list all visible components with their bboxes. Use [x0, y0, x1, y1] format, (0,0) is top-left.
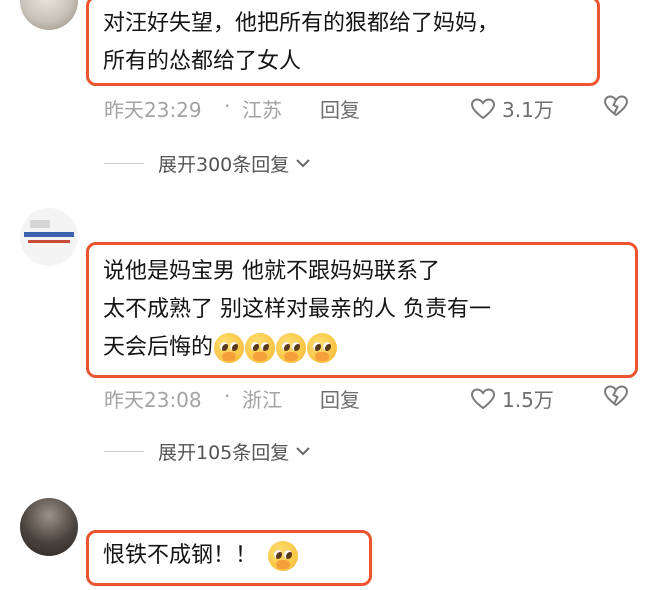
avatar[interactable]: [20, 208, 78, 266]
comment-meta: 昨天23:08 · 浙江 回复 1.5万: [104, 384, 630, 414]
comment-text: 恨铁不成钢！！: [86, 530, 372, 586]
pleading-face-emoji-icon: [245, 333, 276, 363]
pleading-face-emoji-icon: [268, 541, 299, 571]
comment-location: 浙江: [242, 388, 282, 412]
broken-heart-icon: [602, 94, 630, 118]
comment-line: 对汪好失望，他把所有的狠都给了妈妈，: [103, 11, 500, 36]
meta-separator: ·: [224, 384, 231, 408]
like-count: 1.5万: [502, 388, 554, 412]
comment-time: 昨天23:29: [104, 98, 202, 122]
comment-line-with-emoji: 恨铁不成钢！！: [103, 537, 355, 575]
pleading-face-emoji-icon: [214, 333, 245, 363]
pleading-face-emoji-icon: [276, 333, 307, 363]
broken-heart-icon: [602, 384, 630, 408]
comment-text: 对汪好失望，他把所有的狠都给了妈妈， 所有的怂都给了女人: [86, 0, 600, 86]
comment-location: 江苏: [242, 98, 282, 122]
like-button[interactable]: 1.5万: [470, 384, 554, 413]
comment-line-with-emoji: 天会后悔的: [103, 329, 621, 367]
chevron-down-icon: [295, 157, 311, 169]
comment-line: 说他是妈宝男 他就不跟妈妈联系了: [103, 259, 440, 284]
comment-meta: 昨天23:29 · 江苏 回复 3.1万: [104, 94, 630, 124]
like-button[interactable]: 3.1万: [470, 94, 554, 123]
reply-button[interactable]: 回复: [320, 384, 360, 413]
comment-line: 太不成熟了 别这样对最亲的人 负责有一: [103, 297, 491, 322]
comment-text: 说他是妈宝男 他就不跟妈妈联系了 太不成熟了 别这样对最亲的人 负责有一 天会后…: [86, 242, 638, 378]
avatar[interactable]: [20, 0, 78, 30]
expand-replies-button[interactable]: 展开105条回复: [104, 436, 311, 466]
dislike-button[interactable]: [602, 94, 630, 118]
reply-button[interactable]: 回复: [320, 94, 360, 123]
heart-outline-icon: [470, 97, 496, 121]
dislike-button[interactable]: [602, 384, 630, 408]
meta-separator: ·: [224, 94, 231, 118]
comment-line: 所有的怂都给了女人: [103, 49, 302, 74]
expand-replies-button[interactable]: 展开300条回复: [104, 148, 311, 178]
expand-replies-label: 展开105条回复: [158, 441, 290, 464]
like-count: 3.1万: [502, 98, 554, 122]
chevron-down-icon: [295, 445, 311, 457]
divider: [104, 450, 144, 452]
heart-outline-icon: [470, 387, 496, 411]
comment-line: 天会后悔的: [103, 335, 214, 360]
comment-line: 恨铁不成钢！！: [103, 543, 258, 568]
avatar[interactable]: [20, 498, 78, 556]
pleading-face-emoji-icon: [307, 333, 338, 363]
comment-time: 昨天23:08: [104, 388, 202, 412]
divider: [104, 162, 144, 164]
expand-replies-label: 展开300条回复: [158, 153, 290, 176]
